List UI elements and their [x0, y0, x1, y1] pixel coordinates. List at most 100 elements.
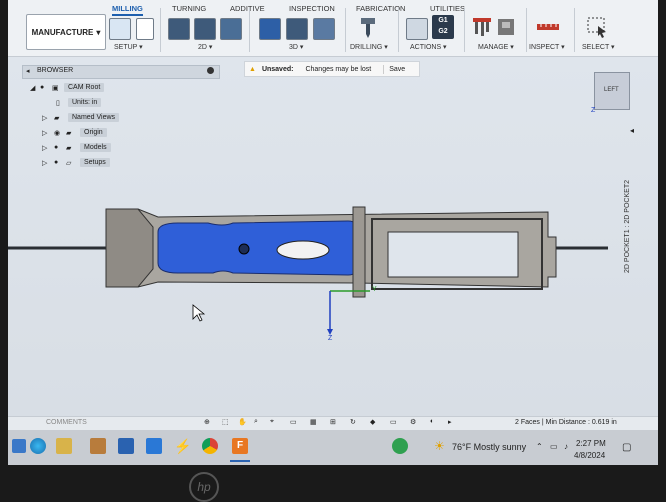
tab-inspection[interactable]: INSPECTION [289, 4, 335, 13]
fit-icon[interactable]: ⌖ [270, 418, 274, 426]
part-model[interactable] [8, 187, 608, 327]
volume-icon[interactable]: ♪ [564, 442, 568, 451]
face-icon[interactable] [220, 18, 242, 40]
expand-arrow-icon[interactable]: ▷ [42, 144, 54, 152]
2d-group-label[interactable]: 2D ▾ [198, 43, 212, 51]
pin-icon[interactable] [207, 67, 214, 74]
select-group-label[interactable]: SELECT ▾ [582, 43, 615, 51]
3d-group-label[interactable]: 3D ▾ [289, 43, 303, 51]
bolt-icon[interactable]: ⚡ [174, 438, 191, 454]
object-visibility-icon[interactable]: ▸ [448, 418, 452, 426]
refresh-icon[interactable]: ↻ [350, 418, 356, 426]
setup-group-label[interactable]: SETUP ▾ [114, 43, 143, 51]
tab-turning[interactable]: TURNING [172, 4, 206, 13]
weather-text[interactable]: 76°F Mostly sunny [452, 442, 526, 452]
simulate-icon[interactable] [406, 18, 428, 40]
tree-item-models[interactable]: ▷ ● ▰ Models [42, 142, 150, 153]
viewports-icon[interactable]: ⊞ [330, 418, 336, 426]
3d-adaptive-icon[interactable] [259, 18, 281, 40]
tree-label: CAM Root [64, 83, 105, 92]
sun-icon: ☀ [434, 439, 445, 453]
inspect-group-label[interactable]: INSPECT ▾ [529, 43, 565, 51]
chrome-icon[interactable] [202, 438, 218, 454]
shape-icon[interactable]: ◆ [370, 418, 375, 426]
clock-time[interactable]: 2:27 PM [576, 439, 606, 448]
save-button[interactable]: Save [383, 64, 410, 74]
folder-icon: ▰ [66, 129, 72, 137]
tab-utilities[interactable]: UTILITIES [430, 4, 465, 13]
drilling-group-label[interactable]: DRILLING ▾ [350, 43, 388, 51]
expand-arrow-icon[interactable]: ▷ [42, 129, 54, 137]
pan-icon[interactable]: ✋ [238, 418, 247, 426]
file-explorer-icon[interactable] [56, 438, 72, 454]
store-icon[interactable] [90, 438, 106, 454]
browser-panel-header[interactable]: ◂ BROWSER [22, 65, 220, 79]
expand-arrow-icon[interactable]: ▷ [42, 159, 54, 167]
separator [398, 8, 399, 52]
tree-item-units[interactable]: ▯ Units: in [56, 97, 150, 108]
3d-pocket-icon[interactable] [286, 18, 308, 40]
g1-text: G1 [438, 17, 448, 24]
eye-icon[interactable]: ● [40, 84, 52, 91]
tool-library-icon[interactable] [472, 16, 492, 38]
separator [345, 8, 346, 52]
view-cube[interactable]: LEFT [594, 72, 630, 110]
clock-date[interactable]: 4/8/2024 [574, 451, 605, 460]
widgets-icon[interactable] [12, 439, 26, 453]
2d-adaptive-icon[interactable] [168, 18, 190, 40]
tree-label: Named Views [68, 113, 120, 122]
look-at-icon[interactable]: ⬚ [222, 418, 229, 426]
folder-icon: ▰ [54, 114, 60, 122]
fusion-360-icon[interactable]: F [232, 438, 248, 454]
drill-icon[interactable] [357, 16, 379, 38]
unsaved-message: Changes may be lost [305, 65, 372, 73]
notifications-icon[interactable]: ▢ [622, 442, 631, 453]
axis-triad [327, 290, 370, 335]
tree-label: Origin [80, 128, 107, 137]
2d-pocket-icon[interactable] [194, 18, 216, 40]
eye-icon[interactable]: ◉ [54, 129, 66, 137]
chat-icon[interactable] [392, 438, 408, 454]
effects-icon[interactable]: ⚙ [410, 418, 416, 426]
tree-item-setups[interactable]: ▷ ● ▱ Setups [42, 157, 150, 168]
camera-icon[interactable]: ▭ [390, 418, 397, 426]
expand-arrow-icon[interactable]: ◢ [30, 84, 40, 92]
edge-browser-icon[interactable] [30, 438, 46, 454]
separator [526, 8, 527, 52]
mail-icon[interactable] [118, 438, 134, 454]
magwell-opening [387, 231, 519, 278]
dropbox-icon[interactable] [146, 438, 162, 454]
tree-label: Setups [80, 158, 110, 167]
manage-group-label[interactable]: MANAGE ▾ [478, 43, 514, 51]
expand-panel-icon[interactable]: ◂ [630, 126, 634, 135]
tree-item-named-views[interactable]: ▷ ▰ Named Views [42, 112, 150, 123]
tab-additive[interactable]: ADDITIVE [230, 4, 265, 13]
zoom-icon[interactable]: ⌕ [254, 418, 258, 426]
display-settings-icon[interactable]: ▭ [290, 418, 297, 426]
orbit-icon[interactable]: ⊕ [204, 418, 210, 426]
post-process-icon[interactable]: G1 G2 [432, 15, 454, 39]
folder-setup-icon[interactable] [109, 18, 131, 40]
expand-arrow-icon[interactable]: ▷ [42, 114, 54, 122]
sheet-icon[interactable] [136, 18, 154, 40]
3d-contour-icon[interactable] [313, 18, 335, 40]
machine-icon[interactable] [496, 16, 516, 38]
grid-settings-icon[interactable]: ▦ [310, 418, 317, 426]
tab-milling[interactable]: MILLING [112, 4, 143, 16]
workspace-dropdown[interactable]: MANUFACTURE ▾ [26, 14, 106, 50]
tray-overflow-icon[interactable]: ⌃ [536, 442, 543, 451]
eye-icon[interactable]: ● [54, 144, 66, 151]
navigation-bar: COMMENTS ⊕ ⬚ ✋ ⌕ ⌖ ▭ ▦ ⊞ ↻ ◆ ▭ ⚙ ◐ ▸ 2 F… [8, 416, 658, 430]
separator [574, 8, 575, 52]
eye-icon[interactable]: ● [54, 159, 66, 166]
ribbon-toolbar: MANUFACTURE ▾ MILLING TURNING ADDITIVE I… [8, 0, 658, 57]
collapse-arrow-icon[interactable]: ◂ [26, 67, 30, 75]
tree-item-origin[interactable]: ▷ ◉ ▰ Origin [42, 127, 150, 138]
actions-group-label[interactable]: ACTIONS ▾ [410, 43, 447, 51]
measure-icon[interactable] [536, 20, 560, 34]
tree-item-cam-root[interactable]: ◢ ● ▣ CAM Root [30, 82, 150, 93]
select-window-icon[interactable] [586, 16, 608, 38]
environment-icon[interactable]: ◐ [430, 418, 434, 425]
network-icon[interactable]: ▭ [550, 442, 558, 451]
comments-label[interactable]: COMMENTS [46, 419, 87, 426]
